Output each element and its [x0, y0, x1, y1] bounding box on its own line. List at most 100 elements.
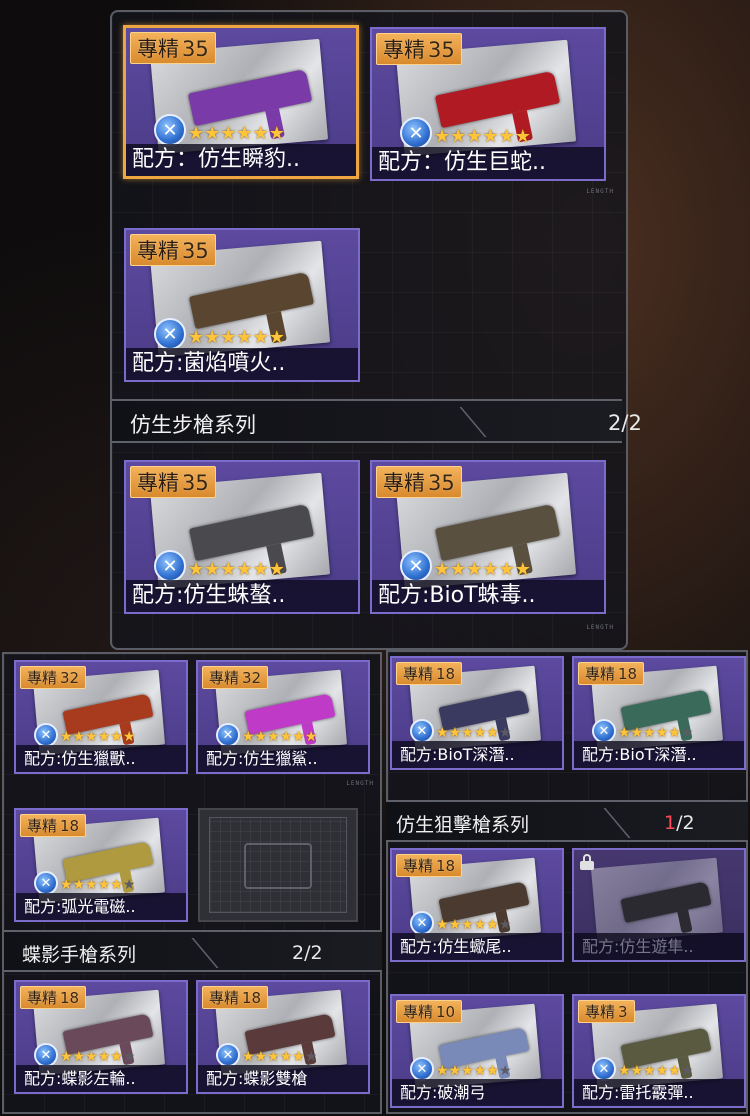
recipe-card[interactable]: 專精 32 ✕ ★★★★★★ 配方:仿生獵獸.. — [14, 660, 188, 774]
series-count: 2/2 — [608, 411, 642, 435]
star-icon: ★ — [188, 559, 205, 580]
star-icon: ★ — [204, 123, 221, 144]
mastery-level: 3 — [618, 1003, 628, 1021]
mastery-level: 18 — [242, 989, 262, 1007]
mastery-badge: 專精 18 — [396, 662, 463, 685]
star-rating: ★★★★★★ — [434, 559, 531, 580]
recipe-card[interactable]: 配方:仿生遊隼.. — [572, 848, 746, 962]
star-icon: ★ — [461, 1063, 474, 1079]
star-icon: ★ — [188, 123, 205, 144]
weapon-outline — [243, 843, 313, 890]
wrench-screwdriver-icon: ✕ — [34, 1043, 58, 1067]
star-rating: ★★★★★★ — [434, 126, 531, 147]
star-icon: ★ — [436, 917, 449, 933]
star-icon: ★ — [122, 877, 136, 893]
mastery-label: 專精 — [403, 1003, 434, 1021]
series-title: 蝶影手槍系列 — [22, 944, 137, 966]
star-icon: ★ — [473, 725, 487, 741]
wrench-screwdriver-icon: ✕ — [400, 117, 432, 149]
star-icon: ★ — [668, 1063, 681, 1079]
recipe-card[interactable]: 專精 18 ✕ ★★★★★★ 配方:BioT深潛.. — [572, 656, 746, 770]
recipe-card[interactable]: 專精 35 ✕ ★★★★★★ 配方:BioT蛛毒.. — [370, 460, 606, 614]
wrench-screwdriver-icon: ✕ — [410, 1057, 434, 1081]
star-icon: ★ — [448, 725, 462, 741]
star-icon: ★ — [292, 729, 305, 745]
star-icon: ★ — [680, 725, 694, 741]
star-icon: ★ — [486, 725, 499, 741]
star-rating: ★★★★★★ — [242, 729, 317, 745]
mastery-badge: 專精 35 — [376, 466, 462, 498]
recipe-name: 配方:BioT蛛毒.. — [372, 580, 604, 612]
mastery-level: 35 — [428, 471, 455, 495]
star-icon: ★ — [436, 725, 449, 741]
series-title: 仿生步槍系列 — [130, 413, 256, 437]
star-icon: ★ — [498, 917, 512, 933]
wrench-screwdriver-icon: ✕ — [592, 719, 616, 743]
star-icon: ★ — [292, 1049, 305, 1065]
star-icon: ★ — [618, 725, 631, 741]
star-icon: ★ — [450, 126, 467, 147]
series-title: 仿生狙擊槍系列 — [396, 814, 530, 836]
star-icon: ★ — [122, 729, 136, 745]
recipe-card[interactable]: 專精 35 ✕ ★★★★★★ 配方：仿生瞬豹.. — [123, 25, 359, 179]
star-icon: ★ — [72, 1049, 86, 1065]
recipe-card[interactable]: 專精 18 ✕ ★★★★★★ 配方:弧光電磁.. — [14, 808, 188, 922]
star-icon: ★ — [304, 729, 318, 745]
star-icon: ★ — [514, 559, 531, 580]
star-icon: ★ — [279, 729, 293, 745]
star-rating: ★★★★★★ — [436, 917, 511, 933]
recipe-card[interactable]: 專精 35 ✕ ★★★★★★ 配方:菌焰噴火.. — [124, 228, 360, 382]
series-count: 1/2 — [664, 812, 695, 834]
star-rating: ★★★★★★ — [242, 1049, 317, 1065]
star-icon: ★ — [514, 126, 531, 147]
star-icon: ★ — [97, 1049, 111, 1065]
series-header-pistol: 蝶影手槍系列 2/2 — [4, 930, 382, 972]
star-icon: ★ — [618, 1063, 631, 1079]
recipe-card[interactable]: 專精 18 ✕ ★★★★★★ 配方:仿生蠍尾.. — [390, 848, 564, 962]
mastery-label: 專精 — [403, 857, 434, 875]
recipe-name: 配方：仿生瞬豹.. — [126, 144, 356, 176]
series-header-rifle: 仿生步槍系列 2/2 — [112, 399, 645, 443]
mastery-label: 專精 — [383, 38, 425, 62]
star-icon: ★ — [252, 327, 269, 348]
wrench-screwdriver-icon: ✕ — [410, 911, 434, 935]
star-icon: ★ — [436, 1063, 449, 1079]
recipe-card[interactable]: 專精 18 ✕ ★★★★★★ 配方:蝶影左輪.. — [14, 980, 188, 1094]
star-icon: ★ — [498, 1063, 512, 1079]
recipe-card[interactable]: 專精 3 ✕ ★★★★★★ 配方:雷托霰彈.. — [572, 994, 746, 1108]
star-icon: ★ — [267, 1049, 280, 1065]
recipe-card[interactable]: 專精 10 ✕ ★★★★★★ 配方:破潮弓 — [390, 994, 564, 1108]
mastery-label: 專精 — [209, 989, 240, 1007]
mastery-badge: 專精 35 — [130, 466, 216, 498]
recipe-card[interactable]: 專精 35 ✕ ★★★★★★ 配方:仿生蛛螯.. — [124, 460, 360, 614]
star-icon: ★ — [85, 1049, 98, 1065]
star-icon: ★ — [242, 1049, 255, 1065]
mastery-level: 18 — [436, 665, 456, 683]
star-icon: ★ — [473, 1063, 487, 1079]
star-rating: ★★★★★★ — [618, 1063, 693, 1079]
mastery-badge: 專精 18 — [396, 854, 463, 877]
mastery-label: 專精 — [27, 989, 58, 1007]
star-icon: ★ — [268, 327, 285, 348]
wrench-screwdriver-icon: ✕ — [592, 1057, 616, 1081]
recipe-card[interactable]: 專精 35 ✕ ★★★★★★ 配方：仿生巨蛇.. — [370, 27, 606, 181]
recipe-name: 配方:蝶影雙槍 — [198, 1065, 368, 1092]
mastery-label: 專精 — [27, 817, 58, 835]
star-icon: ★ — [498, 725, 512, 741]
mastery-label: 專精 — [137, 37, 179, 61]
mastery-level: 32 — [60, 669, 80, 687]
wrench-screwdriver-icon: ✕ — [410, 719, 434, 743]
recipe-card[interactable]: 專精 18 ✕ ★★★★★★ 配方:BioT深潛.. — [390, 656, 564, 770]
star-icon: ★ — [268, 123, 285, 144]
mastery-label: 專精 — [137, 239, 179, 263]
length-tag: LENGTH — [346, 780, 374, 787]
mastery-label: 專精 — [137, 471, 179, 495]
star-icon: ★ — [267, 729, 280, 745]
recipe-name: 配方:弧光電磁.. — [16, 893, 186, 920]
recipe-card[interactable]: 專精 32 ✕ ★★★★★★ 配方:仿生獵鯊.. — [196, 660, 370, 774]
recipe-card[interactable]: 專精 18 ✕ ★★★★★★ 配方:蝶影雙槍 — [196, 980, 370, 1094]
star-icon: ★ — [461, 725, 474, 741]
recipe-name: 配方:BioT深潛.. — [574, 741, 744, 768]
star-icon: ★ — [220, 327, 237, 348]
mastery-badge: 專精 32 — [20, 666, 87, 689]
